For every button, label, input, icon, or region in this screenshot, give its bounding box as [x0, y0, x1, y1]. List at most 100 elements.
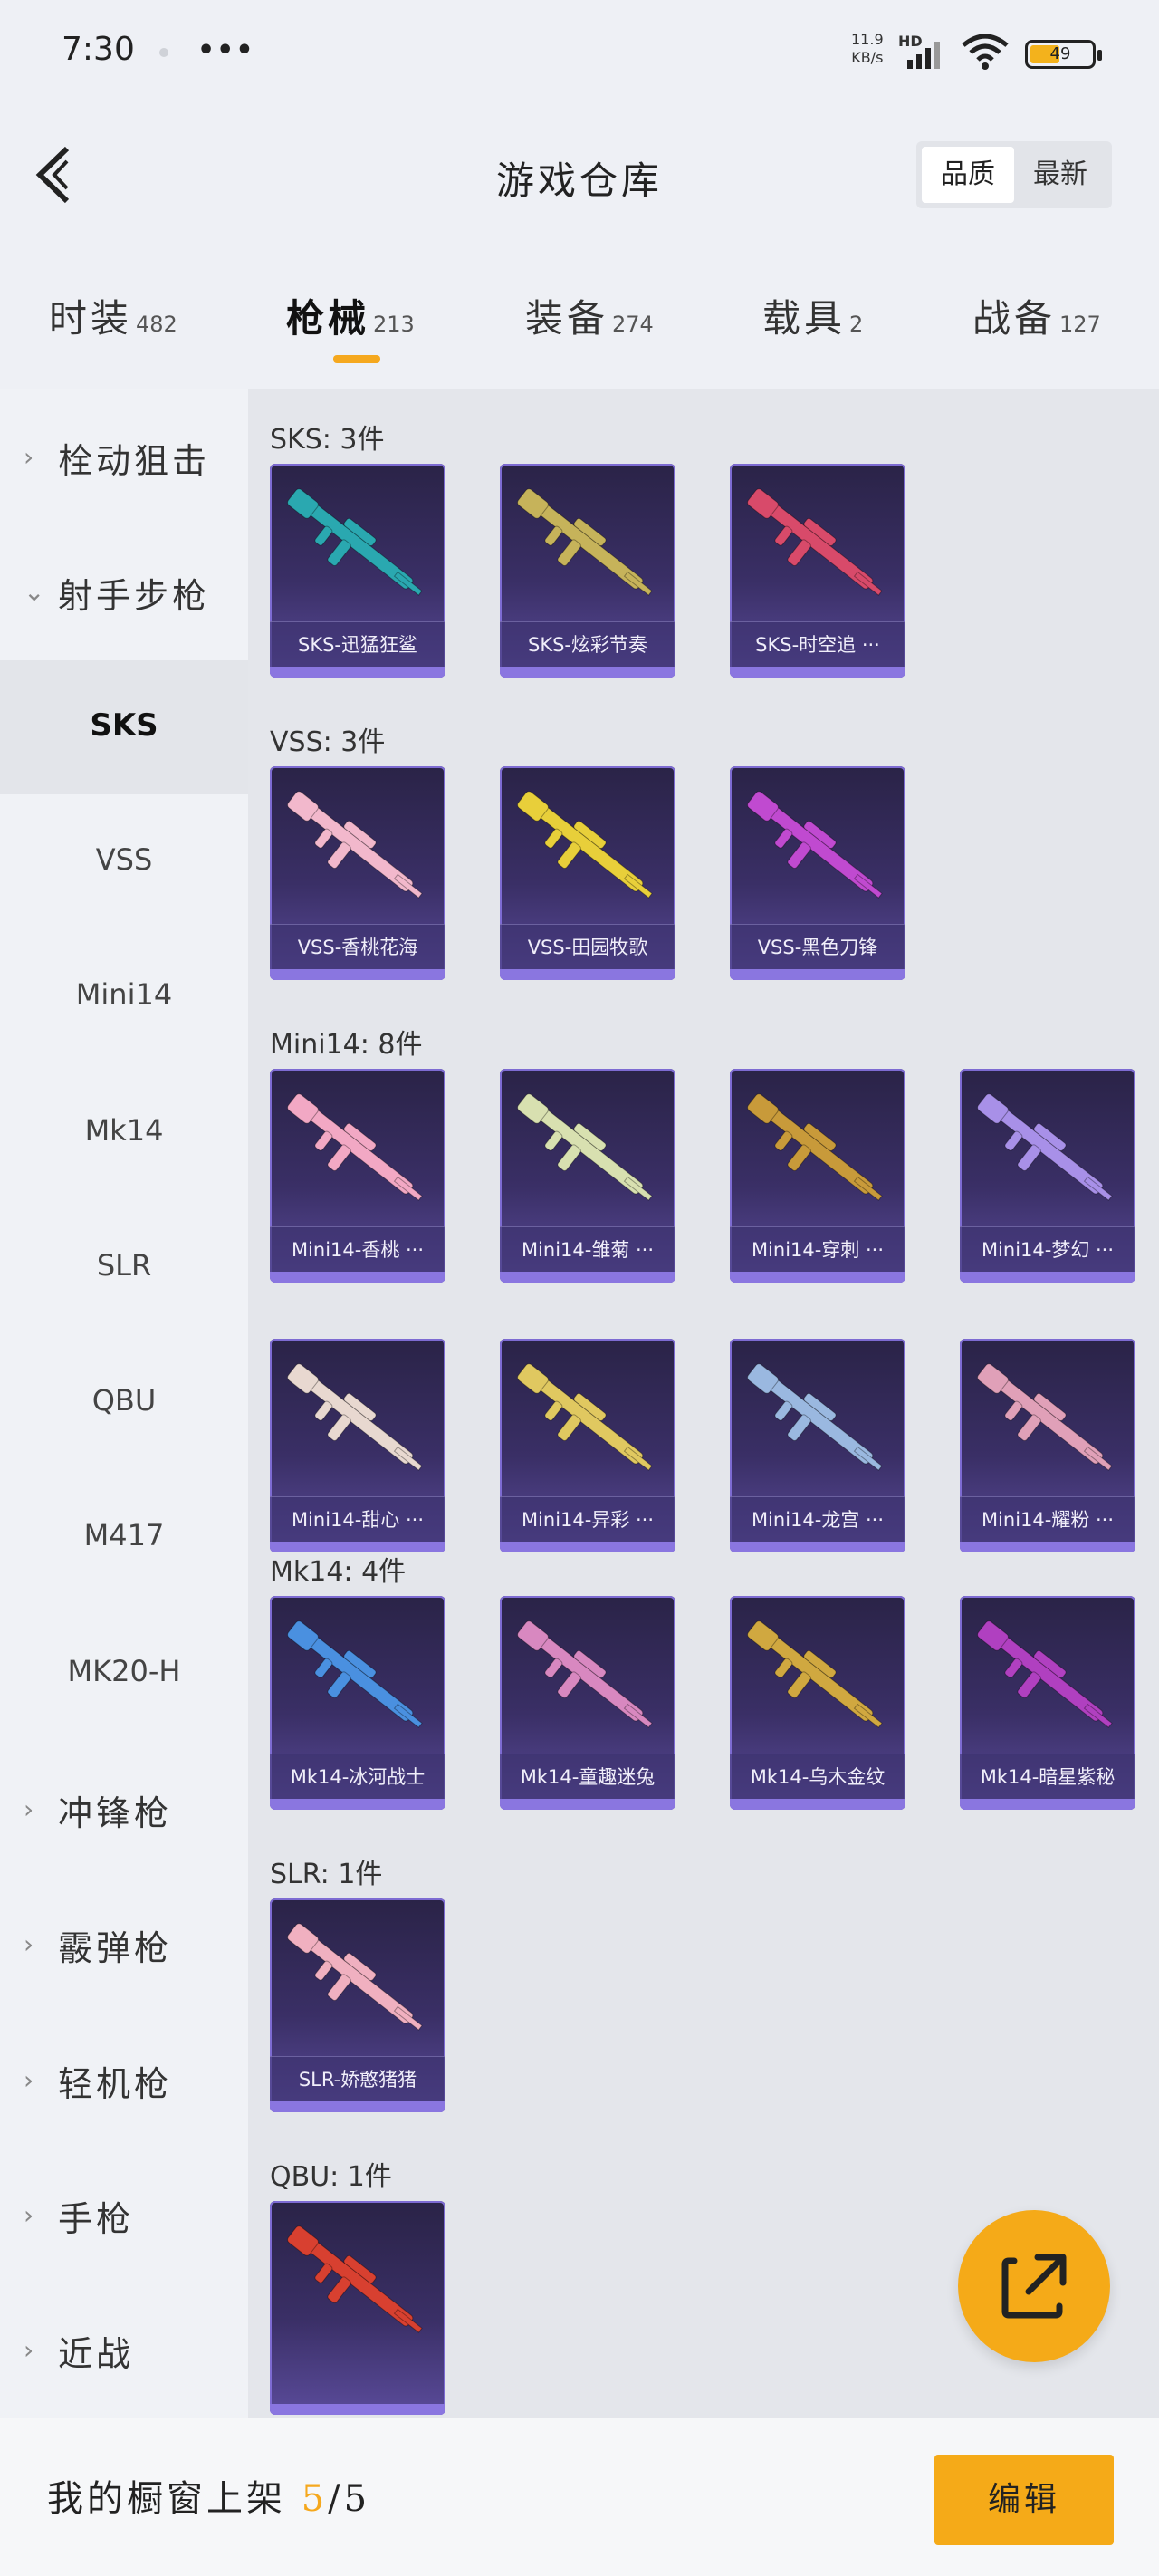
weapon-card[interactable]: Mk14-冰河战士: [270, 1596, 445, 1810]
card-rarity-bar: [270, 1272, 445, 1283]
weapon-card[interactable]: Mini14-龙宫 ···: [730, 1339, 905, 1552]
tab-0[interactable]: 时装 482: [49, 288, 177, 360]
sidebar-item-1[interactable]: ⌄ 射手步枪: [0, 524, 248, 658]
network-speed-unit: KB/s: [851, 49, 884, 66]
weapon-card[interactable]: SLR-娇憨猪猪: [270, 1898, 445, 2112]
weapon-card[interactable]: Mk14-暗星紫秘: [960, 1596, 1135, 1810]
weapon-card-label: Mini14-甜心 ···: [270, 1496, 445, 1542]
item-grid-panel[interactable]: SKS: 3件 SKS-迅猛狂鲨 SKS-炫彩节奏 SKS-时空追 ··· VSS: 3…: [248, 389, 1159, 2418]
tab-count: 2: [849, 312, 864, 337]
sidebar-item-label: QBU: [91, 1383, 157, 1418]
weapon-card-label: Mk14-乌木金纹: [730, 1754, 905, 1799]
tab-label: 载具: [762, 296, 847, 341]
tab-label: 枪械: [286, 296, 370, 341]
sidebar-item-label: Mini14: [75, 977, 173, 1013]
weapon-card-label: SLR-娇憨猪猪: [270, 2056, 445, 2101]
tab-count: 274: [612, 312, 654, 337]
weapon-card[interactable]: VSS-田园牧歌: [500, 766, 675, 980]
sidebar-item-8[interactable]: M417: [0, 1471, 248, 1605]
weapon-card-label: VSS-香桃花海: [270, 924, 445, 969]
weapon-card-label: Mini14-异彩 ···: [500, 1496, 675, 1542]
card-rarity-bar: [960, 1542, 1135, 1552]
weapon-card[interactable]: SKS-炫彩节奏: [500, 464, 675, 678]
sort-toggle: 品质 最新: [916, 141, 1112, 208]
sidebar-item-13[interactable]: › 手枪: [0, 2148, 248, 2282]
card-rarity-bar: [960, 1272, 1135, 1283]
weapon-card[interactable]: Mk14-乌木金纹: [730, 1596, 905, 1810]
rifle-icon: [287, 791, 423, 899]
card-rarity-bar: [500, 1542, 675, 1552]
tab-count: 482: [136, 312, 177, 337]
rifle-icon: [287, 1923, 423, 2031]
card-rarity-bar: [730, 1799, 905, 1810]
weapon-card-label: Mini14-香桃 ···: [270, 1226, 445, 1272]
network-speed: 11.9 KB/s: [851, 31, 884, 67]
card-rarity-bar: [270, 1799, 445, 1810]
rifle-icon: [287, 1620, 423, 1728]
sidebar-item-12[interactable]: › 轻机枪: [0, 2013, 248, 2147]
tab-4[interactable]: 战备 127: [972, 288, 1101, 360]
tab-count: 213: [373, 312, 415, 337]
weapon-card-label: Mini14-龙宫 ···: [730, 1496, 905, 1542]
battery-level: 49: [1049, 44, 1071, 63]
more-icon: •••: [197, 34, 255, 66]
sort-option-0[interactable]: 品质: [922, 147, 1014, 203]
edit-button[interactable]: 编辑: [934, 2455, 1114, 2545]
card-rarity-bar: [960, 1799, 1135, 1810]
sidebar-item-label: 轻机枪: [58, 2063, 173, 2104]
sort-option-1[interactable]: 最新: [1014, 147, 1106, 203]
wifi-icon: [962, 34, 1009, 70]
section-title: VSS: 3件: [270, 726, 386, 758]
weapon-card[interactable]: SKS-时空追 ···: [730, 464, 905, 678]
sidebar-item-4[interactable]: Mini14: [0, 930, 248, 1064]
tab-2[interactable]: 装备 274: [525, 288, 654, 360]
sidebar-item-9[interactable]: MK20-H: [0, 1607, 248, 1741]
chevron-right-icon: ›: [24, 1794, 34, 1824]
rifle-icon: [977, 1093, 1113, 1201]
weapon-card[interactable]: Mini14-穿刺 ···: [730, 1069, 905, 1283]
weapon-card-label: VSS-田园牧歌: [500, 924, 675, 969]
sidebar-item-label: VSS: [95, 841, 153, 877]
section-title: SKS: 3件: [270, 424, 385, 456]
section-title: Mini14: 8件: [270, 1029, 423, 1061]
weapon-card[interactable]: Mk14-童趣迷兔: [500, 1596, 675, 1810]
share-button[interactable]: [958, 2210, 1110, 2362]
sidebar-item-11[interactable]: › 霰弹枪: [0, 1877, 248, 2011]
tab-label: 装备: [525, 296, 609, 341]
card-rarity-bar: [730, 667, 905, 678]
weapon-card-label: SKS-时空追 ···: [730, 621, 905, 667]
sidebar-item-14[interactable]: › 近战: [0, 2283, 248, 2417]
sidebar-item-3[interactable]: VSS: [0, 795, 248, 929]
weapon-card[interactable]: Mini14-甜心 ···: [270, 1339, 445, 1552]
sidebar-item-label: 霰弹枪: [58, 1928, 173, 1969]
tab-3[interactable]: 载具 2: [762, 288, 863, 360]
tab-1[interactable]: 枪械 213: [286, 288, 415, 360]
weapon-card[interactable]: Mini14-异彩 ···: [500, 1339, 675, 1552]
weapon-card[interactable]: Mini14-耀粉 ···: [960, 1339, 1135, 1552]
tab-label: 战备: [972, 296, 1057, 341]
sidebar-item-10[interactable]: › 冲锋枪: [0, 1742, 248, 1876]
card-rarity-bar: [270, 667, 445, 678]
sidebar-item-label: 冲锋枪: [58, 1793, 173, 1833]
sidebar-item-7[interactable]: QBU: [0, 1336, 248, 1470]
chevron-right-icon: ›: [24, 2064, 34, 2095]
weapon-card[interactable]: [270, 2201, 445, 2415]
weapon-card[interactable]: SKS-迅猛狂鲨: [270, 464, 445, 678]
sidebar-item-5[interactable]: Mk14: [0, 1066, 248, 1200]
showcase-count-current: 5: [301, 2478, 329, 2520]
weapon-card-label: Mini14-梦幻 ···: [960, 1226, 1135, 1272]
sidebar-item-label: M417: [83, 1518, 165, 1553]
tab-label: 时装: [49, 296, 133, 341]
weapon-card[interactable]: Mini14-梦幻 ···: [960, 1069, 1135, 1283]
signal-icon: [907, 42, 940, 69]
weapon-card[interactable]: VSS-黑色刀锋: [730, 766, 905, 980]
section-title: SLR: 1件: [270, 1859, 383, 1890]
sidebar-item-label: 近战: [58, 2334, 135, 2375]
weapon-card[interactable]: Mini14-雏菊 ···: [500, 1069, 675, 1283]
sidebar-item-6[interactable]: SLR: [0, 1201, 248, 1335]
weapon-card[interactable]: VSS-香桃花海: [270, 766, 445, 980]
sidebar-item-2[interactable]: SKS: [0, 659, 248, 794]
weapon-card[interactable]: Mini14-香桃 ···: [270, 1069, 445, 1283]
sidebar-item-label: MK20-H: [67, 1653, 181, 1688]
sidebar-item-0[interactable]: › 栓动狙击: [0, 389, 248, 524]
